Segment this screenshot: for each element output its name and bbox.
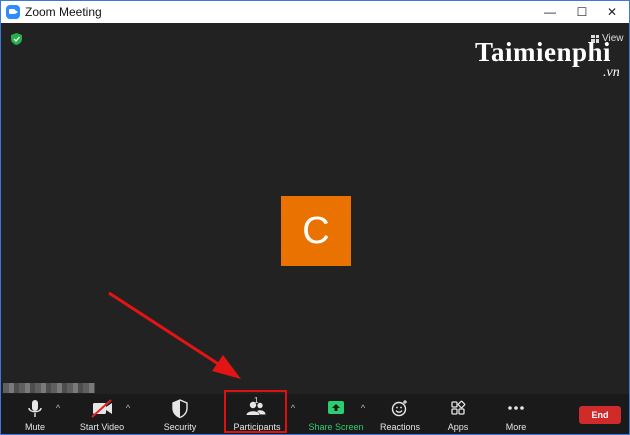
window-title: Zoom Meeting	[25, 5, 102, 19]
participants-options-caret[interactable]: ^	[288, 403, 298, 413]
apps-button[interactable]: Apps	[441, 394, 475, 434]
maximize-button[interactable]: ☐	[565, 1, 599, 23]
taimienphi-watermark: Taimienphi .vn	[475, 37, 620, 80]
start-video-button[interactable]: Start Video	[75, 394, 129, 434]
watermark-main-text: Taimienphi	[475, 37, 612, 67]
participants-label: Participants	[233, 422, 281, 432]
minimize-button[interactable]: —	[533, 1, 567, 23]
participant-initial: C	[302, 209, 330, 252]
security-label: Security	[163, 422, 197, 432]
encryption-shield-icon[interactable]	[11, 33, 22, 45]
more-label: More	[505, 422, 527, 432]
mute-button[interactable]: Mute	[15, 394, 55, 434]
video-off-icon	[91, 399, 112, 418]
meeting-stage: View Taimienphi .vn C	[1, 23, 629, 394]
reactions-label: Reactions	[379, 422, 421, 432]
zoom-meeting-window: Zoom Meeting — ☐ ✕ View Taimienphi .vn C	[0, 0, 630, 435]
reactions-button[interactable]: Reactions	[377, 394, 423, 434]
end-label: End	[591, 410, 609, 420]
audio-options-caret[interactable]: ^	[53, 403, 63, 413]
share-screen-icon	[328, 401, 344, 414]
security-shield-icon	[172, 399, 188, 419]
zoom-app-icon	[6, 5, 20, 19]
more-button[interactable]: More	[499, 394, 533, 434]
participant-avatar: C	[281, 196, 351, 266]
mute-label: Mute	[24, 422, 45, 432]
watermark-sub-text: .vn	[603, 65, 620, 80]
security-button[interactable]: Security	[159, 394, 201, 434]
reactions-emoji-icon	[391, 400, 407, 417]
share-options-caret[interactable]: ^	[358, 403, 368, 413]
close-button[interactable]: ✕	[595, 1, 629, 23]
share-screen-label: Share Screen	[308, 422, 364, 432]
more-dots-icon	[508, 406, 524, 410]
apps-icon	[451, 400, 466, 415]
participants-button[interactable]: 1 Participants	[229, 394, 285, 434]
meeting-toolbar: Mute ^ Start Video ^ Security 1 Particip…	[1, 394, 629, 434]
participant-name-blurred	[3, 383, 95, 393]
end-meeting-button[interactable]: End	[579, 406, 621, 424]
microphone-icon	[28, 400, 42, 417]
apps-label: Apps	[447, 422, 469, 432]
start-video-label: Start Video	[79, 422, 125, 432]
video-options-caret[interactable]: ^	[123, 403, 133, 413]
title-bar: Zoom Meeting — ☐ ✕	[1, 1, 629, 23]
participants-count: 1	[254, 396, 259, 405]
share-screen-button[interactable]: Share Screen	[307, 394, 365, 434]
